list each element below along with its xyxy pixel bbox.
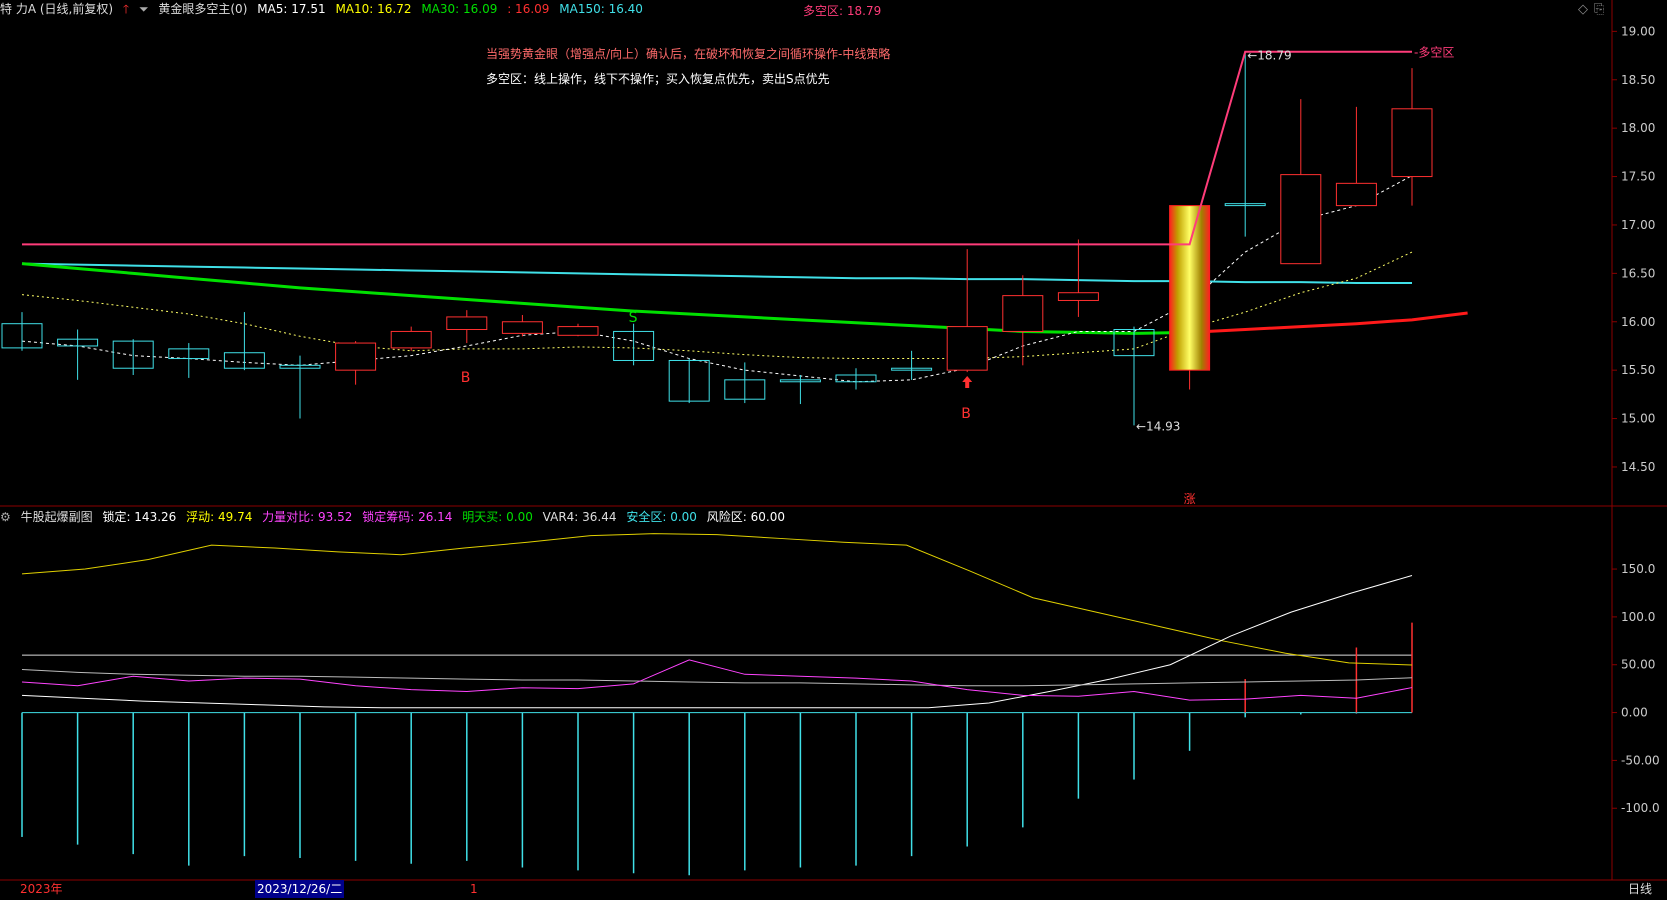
candle-body [724,379,766,400]
candle-body [779,379,821,383]
power-value: 力量对比: 93.52 [262,510,353,524]
candle-body [223,352,265,369]
safe-value: 安全区: 0.00 [626,510,697,524]
candle-body [112,340,154,369]
tomorrow-value: 明天买: 0.00 [462,510,533,524]
candle-body [1280,174,1322,265]
high-price-label: ←18.79 [1247,49,1291,63]
candle-body [501,321,543,334]
strategy-note-1: 当强势黄金眼（增强点/向上）确认后，在破坏和恢复之间循环操作-中线策略 [486,47,891,61]
dk-line-label: -多空区 [1414,46,1454,60]
ma30-red-line [1189,311,1468,334]
y-tick-label-sub: 50.00 [1621,658,1655,672]
expand-icon[interactable]: ⎘ [1594,2,1604,17]
dropdown-icon[interactable]: ⏷ [139,2,149,16]
lock-line [21,575,1413,709]
candle-body [1224,203,1266,207]
y-tick-label-main: 17.00 [1621,218,1655,232]
ma150-value: MA150: 16.40 [559,2,643,16]
indicator-name[interactable]: 黄金眼多空主(0) [158,2,247,16]
candle-body [835,374,877,383]
power-line [21,659,1413,701]
var4-value: VAR4: 36.44 [542,510,617,524]
low-price-label: ←14.93 [1136,419,1180,433]
sell-signal-s: S [629,310,638,326]
y-tick-label-main: 16.00 [1621,315,1655,329]
y-tick-label-main: 16.50 [1621,266,1655,280]
candle-body [168,348,210,360]
sub-header: ⚙ 牛股起爆副图 锁定: 143.26 浮动: 49.74 力量对比: 93.5… [0,508,791,526]
ma5-value: MA5: 17.51 [257,2,326,16]
candle-body [1002,295,1044,332]
dk-header-value: 多空区: 18.79 [803,4,882,18]
candle-body [557,326,599,336]
candle-body [613,330,655,361]
y-tick-label-sub: 150.0 [1621,562,1655,576]
chip-value: 锁定筹码: 26.14 [362,510,453,524]
y-tick-label-main: 15.50 [1621,363,1655,377]
diamond-icon[interactable]: ◇ [1578,2,1588,17]
float-value: 浮动: 49.74 [186,510,253,524]
candle-body [57,338,99,347]
sub-name[interactable]: 牛股起爆副图 [21,510,93,524]
candle-body [279,364,321,369]
candle-body [668,359,710,402]
buy-signal-b2: B [961,406,971,422]
ma10-value: MA10: 16.72 [335,2,412,16]
buy-signal-b1: B [461,370,471,386]
y-tick-label-sub: 100.0 [1621,610,1655,624]
candle-body [446,316,488,331]
y-tick-label-main: 14.50 [1621,460,1655,474]
limit-up-label: 涨 [1184,491,1196,506]
stock-title[interactable]: 特 力A (日线,前复权) [0,2,113,16]
buy-arrow-icon [962,376,973,388]
y-tick-label-main: 19.00 [1621,24,1655,38]
y-tick-label-sub: -50.00 [1621,753,1660,767]
year-label: 2023年 [20,882,63,896]
y-tick-label-main: 18.00 [1621,121,1655,135]
strategy-note-2: 多空区：线上操作，线下不操作；买入恢复点优先，卖出S点优先 [486,72,830,86]
lock-value: 锁定: 143.26 [102,510,177,524]
period-label[interactable]: 日线 [1628,880,1652,898]
page-label: 1 [470,882,478,896]
y-tick-label-main: 18.50 [1621,73,1655,87]
risk-value: 风险区: 60.00 [706,510,785,524]
ma30-value: MA30: 16.09 [421,2,498,16]
y-tick-label-sub: 0.00 [1621,706,1648,720]
candle-body [1113,329,1155,357]
ma30b-value: : 16.09 [507,2,550,16]
chart-canvas: 19.00 18.50 18.00 17.50 17.00 16.50 16.00 15.50… [0,0,1667,881]
candle-body [1335,182,1377,207]
var4-line [21,669,1413,687]
candle-body [390,330,432,349]
candle-body [1,323,43,349]
gear-icon[interactable]: ⚙ [0,510,11,524]
candle-body [946,326,988,371]
candle-body-golden [1169,205,1211,371]
y-tick-label-main: 17.50 [1621,170,1655,184]
float-line [21,533,1413,666]
up-arrow-icon: 🡑 [122,2,130,16]
main-header: 特 力A (日线,前复权) 🡑 ⏷ 黄金眼多空主(0) MA5: 17.51 M… [0,0,649,18]
date-label: 2023/12/26/二 [255,880,345,898]
y-tick-label-sub: -100.0 [1621,801,1660,815]
candle-body [1391,108,1433,178]
y-tick-label-main: 15.00 [1621,412,1655,426]
candle-body [1057,292,1099,301]
candle-body [335,342,377,371]
candle-body [891,367,933,371]
